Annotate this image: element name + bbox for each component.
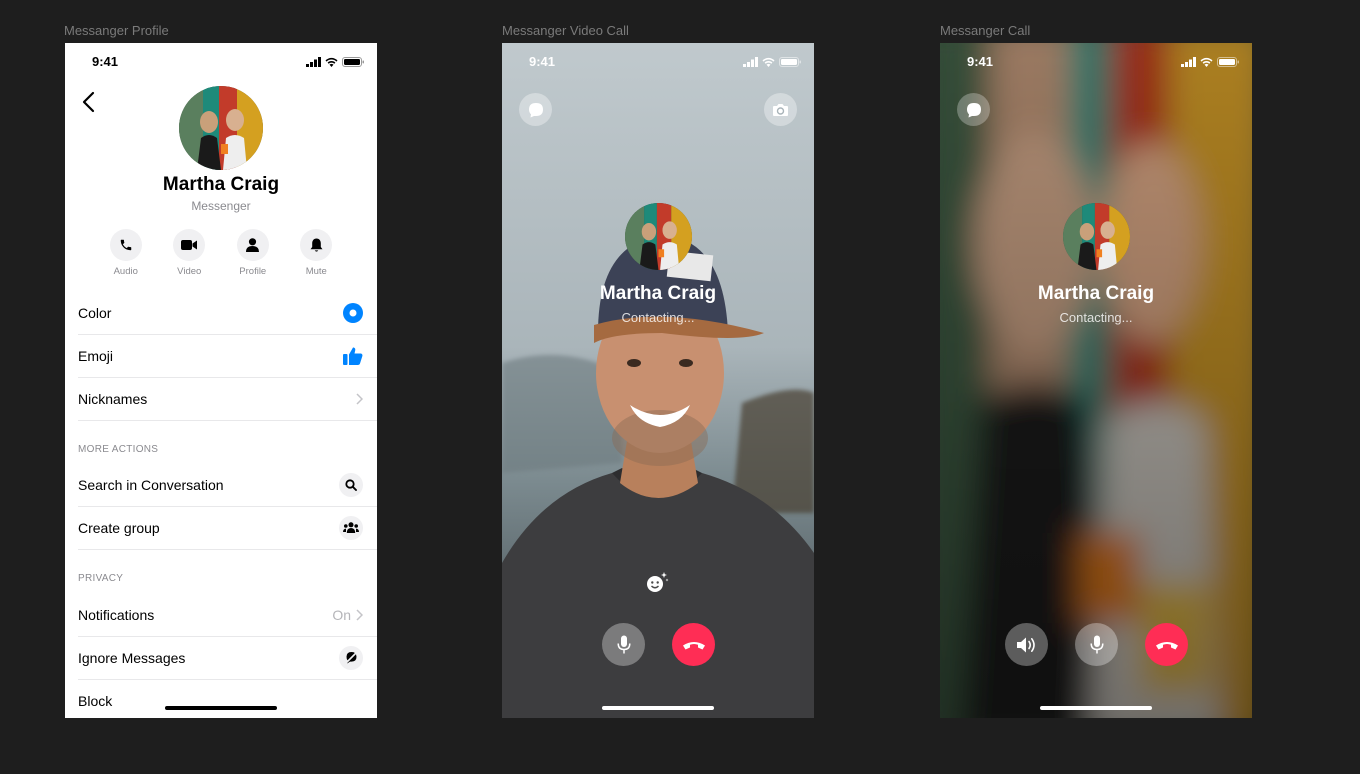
video-feed-background xyxy=(502,43,814,718)
mute-label: Mute xyxy=(305,266,327,277)
battery-icon xyxy=(1217,57,1239,67)
caller-name: Martha Craig xyxy=(1037,283,1155,304)
microphone-icon xyxy=(616,635,631,653)
call-status: Contacting... xyxy=(1059,310,1133,325)
chat-button[interactable] xyxy=(519,93,552,126)
wifi-icon xyxy=(1200,57,1213,67)
audio-label: Audio xyxy=(113,266,138,277)
profile-screen: 9:41 Martha Craig Messenger Audio Video … xyxy=(65,43,377,718)
video-button[interactable]: Video xyxy=(158,229,222,277)
chevron-right-icon xyxy=(356,392,363,405)
wifi-icon xyxy=(325,57,338,67)
color-swatch-icon xyxy=(343,302,363,323)
mute-button[interactable]: Mute xyxy=(285,229,349,277)
caller-name: Martha Craig xyxy=(599,283,717,304)
create-group-label: Create group xyxy=(78,519,160,536)
ignore-messages-label: Ignore Messages xyxy=(78,649,186,666)
profile-button[interactable]: Profile xyxy=(221,229,285,277)
status-time: 9:41 xyxy=(967,54,994,69)
ignore-messages-row[interactable]: Ignore Messages xyxy=(78,636,377,680)
signal-icon xyxy=(1181,57,1196,67)
back-arrow-icon[interactable] xyxy=(81,91,95,113)
profile-name: Martha Craig xyxy=(162,174,280,195)
hang-up-icon xyxy=(682,641,705,649)
battery-icon xyxy=(779,57,801,67)
blurred-background xyxy=(940,43,1252,718)
video-icon xyxy=(181,240,198,250)
notifications-label: Notifications xyxy=(78,606,155,623)
color-row[interactable]: Color xyxy=(78,291,377,335)
phone-icon xyxy=(120,239,131,251)
notifications-value: On xyxy=(332,606,351,623)
microphone-icon xyxy=(1089,635,1104,653)
camera-flip-icon xyxy=(773,103,788,116)
status-bar: 9:41 xyxy=(502,43,814,79)
profile-label: Profile xyxy=(239,266,267,277)
search-conversation-label: Search in Conversation xyxy=(78,476,224,493)
video-call-screen: 9:41 Martha Craig Contacting... xyxy=(502,43,814,718)
search-conversation-row[interactable]: Search in Conversation xyxy=(78,463,377,507)
frame-label-profile: Messanger Profile xyxy=(64,23,169,38)
home-indicator xyxy=(165,706,277,710)
profile-subtitle: Messenger xyxy=(191,199,251,213)
frame-label-call: Messanger Call xyxy=(940,23,1031,38)
video-label: Video xyxy=(177,266,202,277)
bell-icon xyxy=(310,238,323,252)
status-bar: 9:41 xyxy=(940,43,1252,79)
chevron-right-icon xyxy=(356,608,363,621)
end-call-button[interactable] xyxy=(672,623,715,666)
chat-bubble-icon xyxy=(966,102,981,117)
status-bar: 9:41 xyxy=(65,43,377,79)
signal-icon xyxy=(306,57,321,67)
notifications-row[interactable]: Notifications On xyxy=(78,593,377,637)
section-more-actions: MORE ACTIONS xyxy=(78,444,159,455)
thumbs-up-icon xyxy=(343,347,363,365)
frame-label-video-call: Messanger Video Call xyxy=(502,23,629,38)
hang-up-icon xyxy=(1155,641,1178,649)
section-privacy: PRIVACY xyxy=(78,573,124,584)
speaker-icon xyxy=(1016,637,1035,652)
create-group-row[interactable]: Create group xyxy=(78,506,377,550)
home-indicator xyxy=(602,706,714,710)
signal-icon xyxy=(743,57,758,67)
flip-camera-button[interactable] xyxy=(764,93,797,126)
caller-avatar xyxy=(625,203,692,270)
color-label: Color xyxy=(78,304,112,321)
wifi-icon xyxy=(762,57,775,67)
nicknames-label: Nicknames xyxy=(78,390,148,407)
effects-emoji-icon[interactable] xyxy=(645,571,669,595)
search-icon xyxy=(345,478,357,491)
emoji-row[interactable]: Emoji xyxy=(78,334,377,378)
profile-avatar xyxy=(179,86,263,170)
chat-button[interactable] xyxy=(957,93,990,126)
mute-mic-button[interactable] xyxy=(1075,623,1118,666)
block-row[interactable]: Block xyxy=(78,679,377,718)
end-call-button[interactable] xyxy=(1145,623,1188,666)
emoji-label: Emoji xyxy=(78,347,114,364)
battery-icon xyxy=(342,57,364,67)
nicknames-row[interactable]: Nicknames xyxy=(78,377,377,421)
person-icon xyxy=(246,238,260,252)
status-time: 9:41 xyxy=(92,54,119,69)
caller-avatar xyxy=(1063,203,1130,270)
audio-call-screen: 9:41 Martha Craig Contacting... xyxy=(940,43,1252,718)
status-time: 9:41 xyxy=(529,54,556,69)
speaker-button[interactable] xyxy=(1005,623,1048,666)
chat-bubble-icon xyxy=(528,102,543,117)
home-indicator xyxy=(1040,706,1152,710)
audio-button[interactable]: Audio xyxy=(94,229,158,277)
ignore-icon xyxy=(344,651,358,664)
group-icon xyxy=(343,522,359,533)
profile-actions: Audio Video Profile Mute xyxy=(94,229,348,277)
call-status: Contacting... xyxy=(621,310,695,325)
mute-mic-button[interactable] xyxy=(602,623,645,666)
